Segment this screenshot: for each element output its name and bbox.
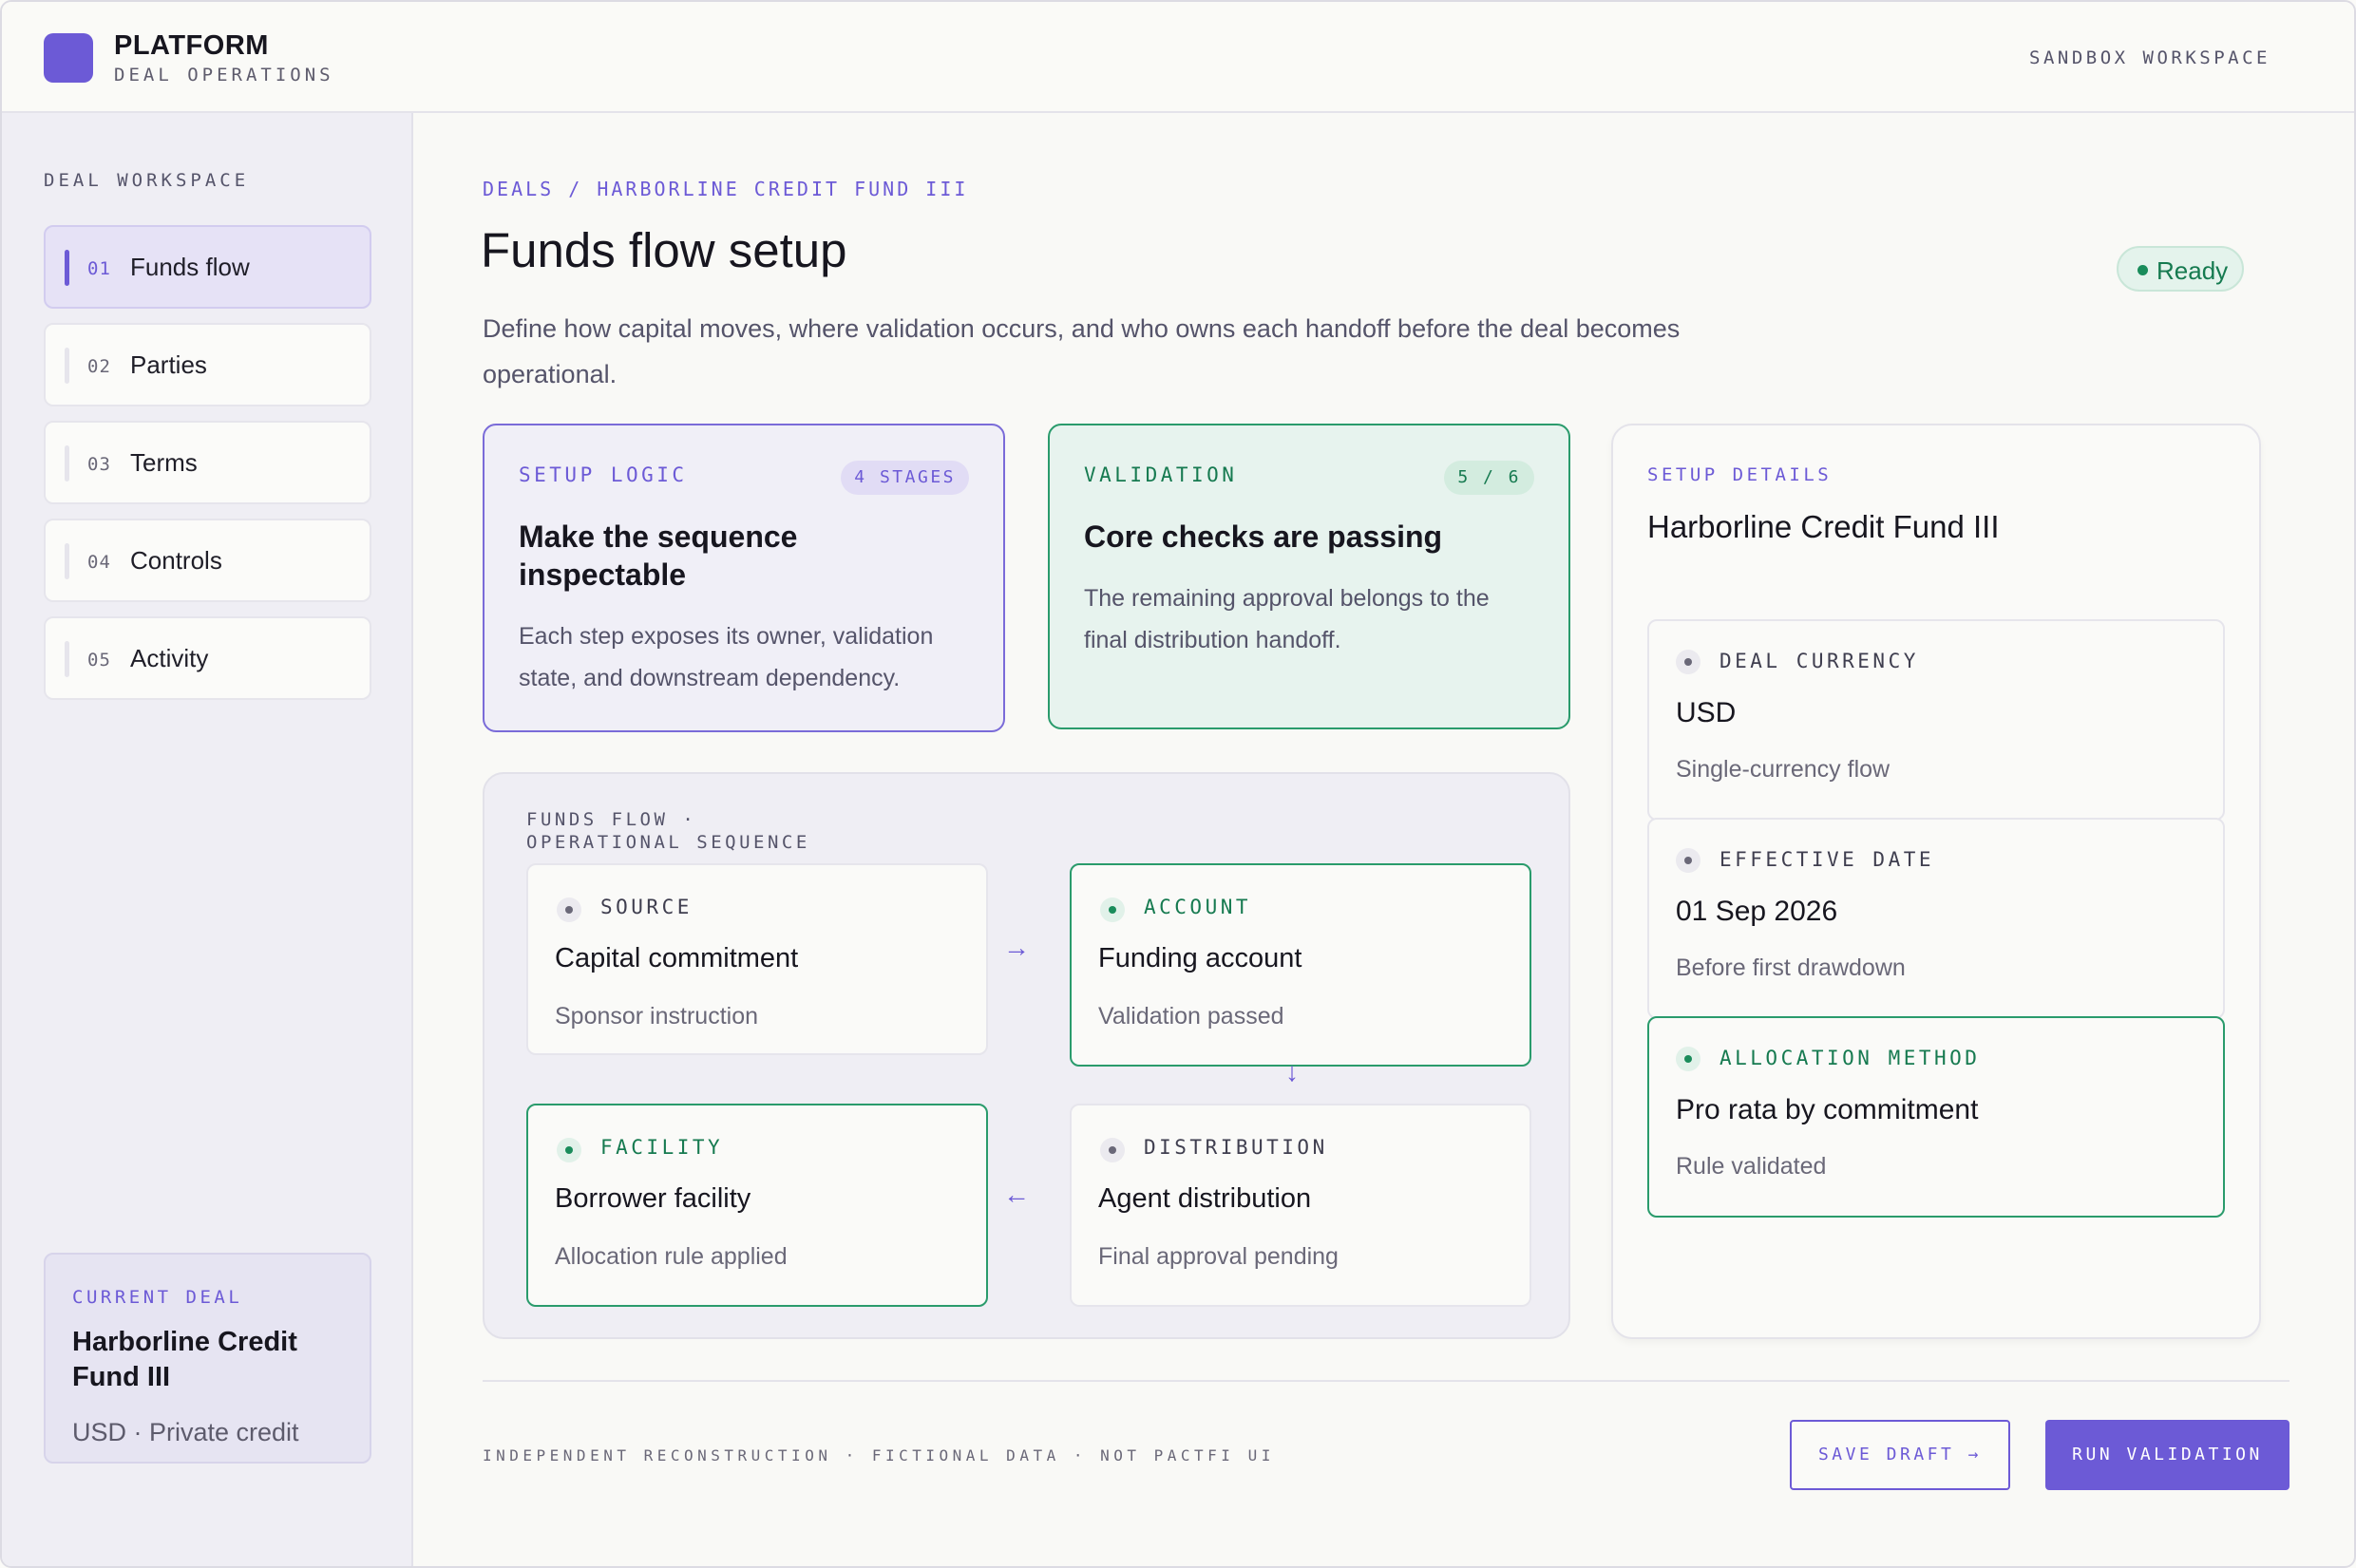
card-kicker: VALIDATION [1084,463,1238,486]
brand-title: PLATFORM [114,30,269,61]
item-indicator [65,641,69,677]
sidebar-item-number: 05 [87,650,111,671]
details-title: Harborline Credit Fund III [1647,509,2000,544]
field-effective-date[interactable]: EFFECTIVE DATE 01 Sep 2026 Before first … [1647,818,2225,1019]
status-dot-icon [1676,1047,1700,1071]
current-deal-name: Harborline Credit Fund III [72,1327,297,1392]
validation-count-badge: 5 / 6 [1444,461,1534,495]
node-subtitle: Final approval pending [1098,1243,1339,1270]
flow-node-distribution[interactable]: DISTRIBUTION Agent distribution Final ap… [1070,1104,1531,1307]
field-subtitle: Before first drawdown [1676,954,1906,981]
funds-flow-panel: FUNDS FLOW · OPERATIONAL SEQUENCE SOURCE… [483,772,1570,1339]
stages-badge: 4 STAGES [841,461,969,495]
page-description: Define how capital moves, where validati… [483,314,1681,388]
node-kicker: FACILITY [600,1136,724,1159]
status-dot-icon [1100,897,1125,922]
sidebar-item-number: 04 [87,552,111,573]
card-body: The remaining approval belongs to the fi… [1084,585,1490,653]
field-value: Pro rata by commitment [1676,1094,1979,1125]
sidebar-item-controls[interactable]: 04 Controls [44,519,371,602]
status-text: Ready [2156,256,2229,285]
arrow-down-icon: ↓ [1285,1057,1299,1086]
current-deal-card: CURRENT DEAL Harborline Credit Fund III … [44,1253,371,1464]
status-dot-icon [1676,848,1700,873]
field-key: DEAL CURRENCY [1720,650,1919,672]
sidebar-item-number: 01 [87,258,111,279]
brand-subtitle: DEAL OPERATIONS [114,65,334,85]
run-validation-button[interactable]: RUN VALIDATION [2045,1420,2290,1490]
card-kicker: SETUP LOGIC [519,463,688,486]
sidebar-item-number: 02 [87,356,111,377]
save-draft-button[interactable]: SAVE DRAFT → [1790,1420,2010,1490]
node-title: Funding account [1098,943,1302,973]
status-badge: Ready [2117,246,2244,292]
status-dot-icon [2138,265,2148,275]
current-deal-meta: USD · Private credit [72,1418,299,1446]
field-subtitle: Rule validated [1676,1153,1827,1180]
sidebar: DEAL WORKSPACE 01 Funds flow 02 Parties … [2,113,413,1566]
node-title: Capital commitment [555,943,799,973]
status-dot-icon [557,1138,581,1162]
sidebar-item-label: Activity [130,644,209,672]
node-kicker: SOURCE [600,896,693,918]
sidebar-item-terms[interactable]: 03 Terms [44,421,371,504]
item-indicator [65,348,69,384]
setup-details-panel: SETUP DETAILS Harborline Credit Fund III… [1611,424,2261,1339]
field-value: USD [1676,697,1737,728]
active-indicator [65,250,69,286]
sidebar-item-label: Funds flow [130,253,250,281]
top-header: PLATFORM DEAL OPERATIONS SANDBOX WORKSPA… [2,2,2354,113]
field-subtitle: Single-currency flow [1676,756,1890,783]
status-dot-icon [1100,1138,1125,1162]
status-dot-icon [557,897,581,922]
logo-icon [44,33,93,83]
setup-logic-card: SETUP LOGIC 4 STAGES Make the sequence i… [483,424,1005,732]
node-title: Agent distribution [1098,1183,1312,1214]
field-value: 01 Sep 2026 [1676,896,1838,927]
sidebar-item-label: Controls [130,546,222,575]
workspace-label[interactable]: SANDBOX WORKSPACE [2029,47,2270,68]
field-key: ALLOCATION METHOD [1720,1047,1981,1069]
flow-node-account[interactable]: ACCOUNT Funding account Validation passe… [1070,863,1531,1067]
sidebar-item-label: Parties [130,350,207,379]
flow-node-source[interactable]: SOURCE Capital commitment Sponsor instru… [526,863,988,1055]
sidebar-item-number: 03 [87,454,111,475]
arrow-left-icon: ← [1003,1180,1030,1209]
flow-node-facility[interactable]: FACILITY Borrower facility Allocation ru… [526,1104,988,1307]
card-title: Make the sequence inspectable [519,520,798,592]
app-window: PLATFORM DEAL OPERATIONS SANDBOX WORKSPA… [0,0,2356,1568]
footer-divider [483,1380,2290,1382]
breadcrumb[interactable]: DEALS / HARBORLINE CREDIT FUND III [483,178,968,200]
card-body: Each step exposes its owner, validation … [519,623,934,691]
flow-heading: FUNDS FLOW · OPERATIONAL SEQUENCE [526,809,810,853]
card-title: Core checks are passing [1084,520,1443,554]
page-title: Funds flow setup [481,223,847,277]
node-kicker: ACCOUNT [1144,896,1252,918]
item-indicator [65,543,69,579]
sidebar-item-funds-flow[interactable]: 01 Funds flow [44,225,371,309]
node-subtitle: Validation passed [1098,1003,1284,1030]
item-indicator [65,445,69,482]
node-title: Borrower facility [555,1183,751,1214]
current-deal-label: CURRENT DEAL [72,1287,243,1308]
validation-card: VALIDATION 5 / 6 Core checks are passing… [1048,424,1570,729]
arrow-right-icon: → [1003,933,1030,962]
sidebar-item-activity[interactable]: 05 Activity [44,616,371,700]
field-key: EFFECTIVE DATE [1720,848,1935,871]
node-subtitle: Sponsor instruction [555,1003,759,1030]
details-kicker: SETUP DETAILS [1647,464,1833,485]
node-kicker: DISTRIBUTION [1144,1136,1328,1159]
node-subtitle: Allocation rule applied [555,1243,788,1270]
field-allocation-method[interactable]: ALLOCATION METHOD Pro rata by commitment… [1647,1016,2225,1218]
footer-note: INDEPENDENT RECONSTRUCTION · FICTIONAL D… [483,1446,1275,1464]
status-dot-icon [1676,650,1700,674]
sidebar-heading: DEAL WORKSPACE [44,170,250,191]
sidebar-item-label: Terms [130,448,198,477]
field-deal-currency[interactable]: DEAL CURRENCY USD Single-currency flow [1647,619,2225,821]
sidebar-item-parties[interactable]: 02 Parties [44,323,371,406]
